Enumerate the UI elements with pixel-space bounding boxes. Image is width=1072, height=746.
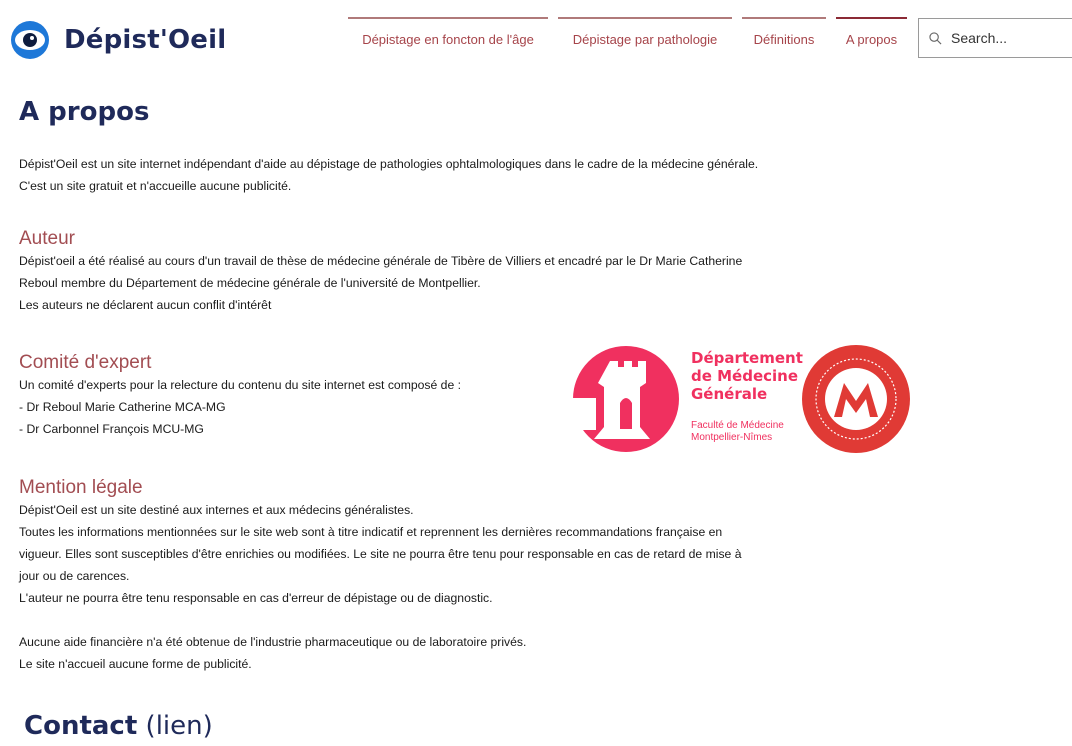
- auteur-line: Reboul membre du Département de médecine…: [19, 276, 481, 290]
- mention-line: Aucune aide financière n'a été obtenue d…: [19, 635, 527, 649]
- department-logo-subtitle: Faculté de Médecine Montpellier-Nîmes: [691, 420, 784, 444]
- eye-logo-icon: [11, 21, 49, 59]
- department-title-line: Générale: [691, 385, 768, 403]
- nav-label: Définitions: [753, 32, 815, 47]
- nav-item-depistage-age[interactable]: Dépistage en foncton de l'âge: [348, 17, 548, 55]
- comite-heading: Comité d'expert: [19, 352, 152, 373]
- search-input[interactable]: Search...: [918, 18, 1072, 58]
- comite-line: - Dr Carbonnel François MCU-MG: [19, 422, 204, 436]
- mention-line: jour ou de carences.: [19, 569, 130, 583]
- contact-link[interactable]: (lien): [146, 711, 213, 741]
- contact-heading[interactable]: Contact (lien): [24, 711, 213, 741]
- university-seal-icon: [802, 345, 910, 453]
- main-content: A propos Dépist'Oeil est un site interne…: [19, 97, 919, 671]
- auteur-line: Les auteurs ne déclarent aucun conflit d…: [19, 298, 272, 312]
- site-name: Dépist'Oeil: [64, 25, 227, 55]
- comite-line: - Dr Reboul Marie Catherine MCA-MG: [19, 400, 226, 414]
- mention-line: L'auteur ne pourra être tenu responsable…: [19, 591, 493, 605]
- search-icon: [929, 31, 942, 44]
- nav-item-definitions[interactable]: Définitions: [742, 17, 826, 55]
- comite-section: Comité d'expert Un comité d'experts pour…: [19, 352, 579, 440]
- mention-line: Toutes les informations mentionnées sur …: [19, 525, 723, 539]
- site-logo[interactable]: Dépist'Oeil: [10, 20, 226, 60]
- comite-line: Un comité d'experts pour la relecture du…: [19, 378, 461, 392]
- nav-item-depistage-pathologie[interactable]: Dépistage par pathologie: [558, 17, 732, 55]
- mention-line: vigueur. Elles sont susceptibles d'être …: [19, 547, 742, 561]
- auteur-heading: Auteur: [19, 228, 75, 249]
- intro-section: Dépist'Oeil est un site internet indépen…: [19, 153, 919, 197]
- intro-line: Dépist'Oeil est un site internet indépen…: [19, 157, 759, 171]
- mention-section: Mention légale Dépist'Oeil est un site d…: [19, 477, 919, 675]
- auteur-line: Dépist'oeil a été réalisé au cours d'un …: [19, 254, 743, 268]
- castle-logo-icon: [570, 346, 679, 452]
- site-header: Dépist'Oeil Dépistage en foncton de l'âg…: [0, 0, 1072, 80]
- department-logo-title: Département de Médecine Générale: [691, 349, 803, 403]
- mention-line: Dépist'Oeil est un site destiné aux inte…: [19, 503, 414, 517]
- department-title-line: de Médecine: [691, 367, 799, 385]
- nav-label: A propos: [845, 32, 898, 47]
- search-placeholder: Search...: [951, 30, 1008, 46]
- partner-logos: Département de Médecine Générale Faculté…: [570, 343, 915, 456]
- page-title: A propos: [19, 97, 150, 127]
- contact-title: Contact: [24, 711, 138, 741]
- main-nav: Dépistage en foncton de l'âge Dépistage …: [348, 17, 917, 55]
- auteur-section: Auteur Dépist'oeil a été réalisé au cour…: [19, 228, 919, 316]
- nav-label: Dépistage en foncton de l'âge: [362, 32, 534, 47]
- intro-line: C'est un site gratuit et n'accueille auc…: [19, 179, 292, 193]
- mention-heading: Mention légale: [19, 477, 143, 498]
- department-sub-line: Faculté de Médecine: [691, 420, 784, 431]
- department-title-line: Département: [691, 349, 803, 367]
- department-sub-line: Montpellier-Nîmes: [691, 432, 773, 443]
- mention-line: Le site n'accueil aucune forme de public…: [19, 657, 252, 671]
- nav-label: Dépistage par pathologie: [572, 32, 718, 47]
- mention-line: [19, 609, 919, 631]
- nav-item-a-propos[interactable]: A propos: [836, 17, 907, 55]
